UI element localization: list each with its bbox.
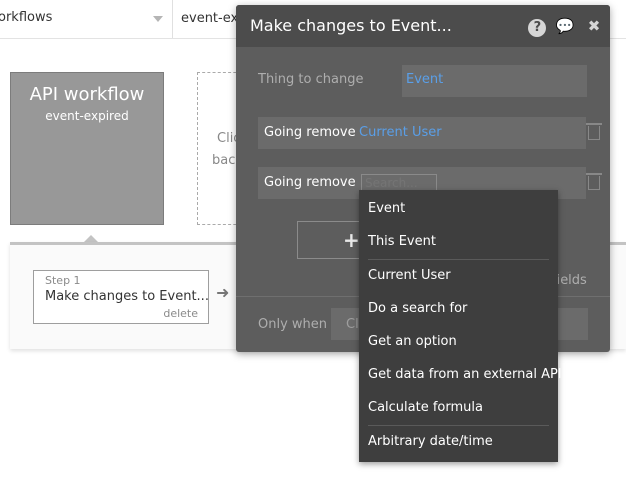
api-workflow-block[interactable]: API workflow event-expired [10,72,164,225]
thing-to-change-field[interactable]: Event [402,65,587,97]
help-icon[interactable]: ? [528,19,547,37]
only-when-label: Only when [258,317,328,332]
step-delete-link[interactable]: delete [163,307,198,320]
step-name: Make changes to Event... [45,289,209,304]
dropdown-divider [368,259,549,260]
change-row-2-label: Going remove [264,175,356,190]
dropdown-item-calculate-formula[interactable]: Calculate formula [368,400,483,415]
workflow-selector[interactable]: orkflows [0,0,173,38]
change-row-1-value[interactable]: Current User [359,125,442,140]
api-workflow-name: event-expired [45,109,129,123]
dropdown-item-do-a-search-for[interactable]: Do a search for [368,301,467,316]
dropdown-item-get-an-option[interactable]: Get an option [368,334,457,349]
workflow-selector-label: orkflows [0,10,53,25]
trash-icon[interactable] [586,123,602,140]
expression-dropdown: Event This Event Current User Do a searc… [359,190,562,462]
api-workflow-title: API workflow [29,84,145,105]
change-row-1-label: Going remove [264,125,356,140]
dropdown-item-this-event[interactable]: This Event [368,234,436,249]
dropdown-divider [368,425,549,426]
thing-to-change-value: Event [406,72,444,87]
trash-icon[interactable] [586,173,602,190]
panel-header: Make changes to Event... ? 💬 ✖ [236,5,610,47]
comment-icon[interactable]: 💬 [555,17,575,37]
step-label: Step 1 [45,274,81,287]
dropdown-item-event[interactable]: Event [368,201,405,216]
arrow-right-icon: ➜ [216,283,230,302]
event-selector-label: event-ex [181,11,239,26]
panel-header-icons: ? 💬 ✖ [524,17,604,37]
thing-to-change-label: Thing to change [258,72,364,87]
step-1-card[interactable]: Step 1 Make changes to Event... delete [33,270,209,324]
close-icon[interactable]: ✖ [584,17,604,37]
change-another-field-button[interactable]: + [297,221,361,259]
dropdown-item-get-data-from-external-api[interactable]: Get data from an external API [368,367,562,382]
dropdown-item-current-user[interactable]: Current User [368,268,451,283]
panel-title: Make changes to Event... [250,16,452,35]
change-row-1[interactable]: Going remove Current User [258,117,586,149]
dropdown-item-arbitrary-date-time[interactable]: Arbitrary date/time [368,434,493,449]
plus-icon: + [343,228,360,252]
chevron-down-icon [153,16,163,22]
